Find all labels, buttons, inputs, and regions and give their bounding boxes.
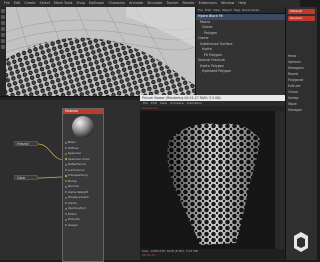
menu-item[interactable]: Render bbox=[183, 0, 195, 7]
menu-item[interactable]: Tracker bbox=[166, 0, 178, 7]
snap-tool-icon[interactable] bbox=[1, 45, 5, 49]
object-list: Hydra Block Fit Macro Cloner Polygon Cloner S… bbox=[196, 14, 286, 75]
object-tab[interactable]: View bbox=[213, 7, 220, 13]
fresnel-node[interactable]: Fresnel bbox=[14, 141, 38, 146]
object-tab[interactable]: Object bbox=[222, 7, 232, 13]
app-logo-icon bbox=[292, 230, 310, 254]
object-tab[interactable]: File bbox=[198, 7, 203, 13]
object-tab[interactable]: Tags bbox=[234, 7, 241, 13]
material-node[interactable]: Material Basic Diffuse Specular Specular Co… bbox=[62, 108, 104, 262]
point-tool-icon[interactable] bbox=[1, 39, 5, 43]
viewer-menu-item[interactable]: View bbox=[160, 101, 167, 105]
object-tab[interactable]: Bookmarks bbox=[242, 7, 259, 13]
menu-item[interactable]: File bbox=[4, 0, 10, 7]
panel-item[interactable]: Hexagon bbox=[286, 107, 317, 113]
object-row[interactable]: Hydrated Polygon bbox=[196, 69, 286, 75]
render-status-bar: Size: 1280x720, RGB (8 Bit), 3.97 MB 00:… bbox=[140, 249, 285, 260]
menu-item[interactable]: Snap bbox=[76, 0, 85, 7]
viewport-3d[interactable] bbox=[6, 7, 195, 96]
scale-tool-icon[interactable] bbox=[1, 21, 5, 25]
color-node[interactable]: Color bbox=[14, 175, 38, 180]
viewer-menu-item[interactable]: Animation bbox=[187, 101, 202, 105]
menu-item[interactable]: Select bbox=[40, 0, 50, 7]
render-preview[interactable] bbox=[140, 111, 275, 249]
panel-button[interactable]: Random bbox=[288, 16, 315, 21]
object-manager-tabs: File Edit View Object Tags Bookmarks bbox=[196, 7, 286, 14]
edge-tool-icon[interactable] bbox=[1, 33, 5, 37]
material-port[interactable]: Assign bbox=[63, 223, 103, 229]
render-time: 00:01:27 bbox=[142, 253, 156, 258]
menu-item[interactable]: Character bbox=[108, 0, 125, 7]
rotate-tool-icon[interactable] bbox=[1, 15, 5, 19]
rendered-hex-torso bbox=[167, 123, 260, 245]
menu-item[interactable]: Animate bbox=[129, 0, 143, 7]
menu-item[interactable]: Extensions bbox=[199, 0, 217, 7]
menu-item[interactable]: Mesh Tools bbox=[54, 0, 72, 7]
viewer-menu-item[interactable]: Compare bbox=[170, 101, 184, 105]
menu-item[interactable]: Edit bbox=[14, 0, 21, 7]
menu-item[interactable]: Window bbox=[221, 0, 234, 7]
material-preview bbox=[63, 114, 103, 140]
viewer-menu-item[interactable]: File bbox=[143, 101, 148, 105]
move-tool-icon[interactable] bbox=[1, 9, 5, 13]
object-manager: File Edit View Object Tags Bookmarks Hydra Bl… bbox=[195, 7, 286, 96]
menu-item[interactable]: Create bbox=[24, 0, 35, 7]
viewer-menu-item[interactable]: Edit bbox=[151, 101, 157, 105]
menu-item[interactable]: Simulate bbox=[147, 0, 162, 7]
right-panel: Material Random Hexa Spheres Hexagons Round P… bbox=[285, 7, 317, 260]
viewport-scene bbox=[6, 7, 195, 96]
panel-button[interactable]: Material bbox=[288, 9, 315, 14]
menu-item[interactable]: MoGraph bbox=[89, 0, 104, 7]
render-history-panel bbox=[275, 111, 285, 249]
menu-item[interactable]: Help bbox=[238, 0, 246, 7]
polygon-tool-icon[interactable] bbox=[1, 27, 5, 31]
object-tab[interactable]: Edit bbox=[205, 7, 211, 13]
